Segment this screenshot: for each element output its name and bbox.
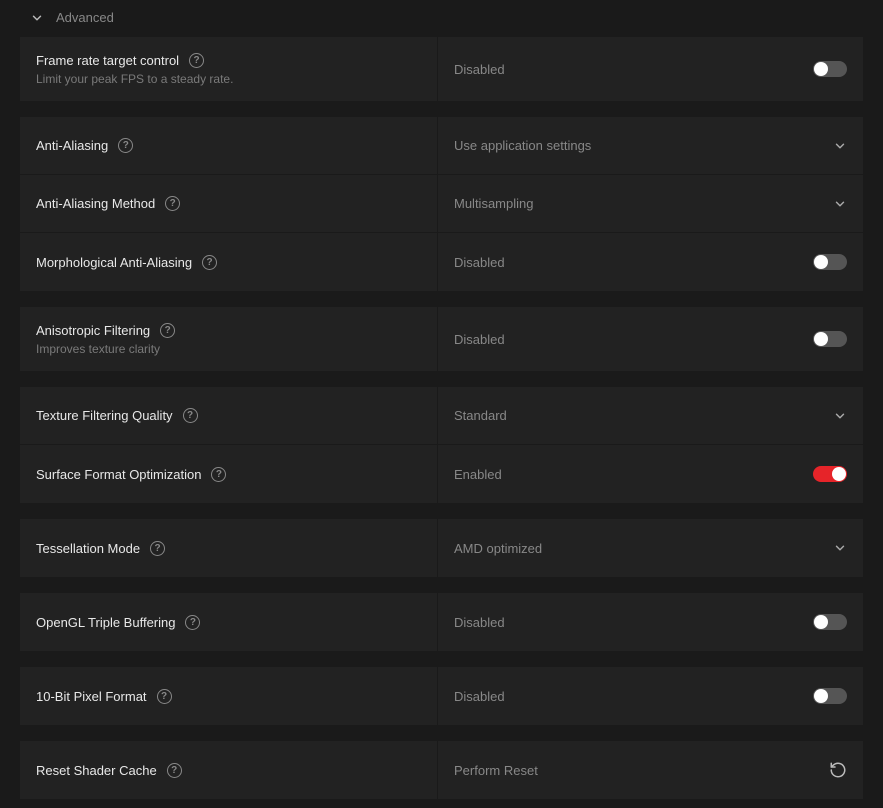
reset-shader-value: Perform Reset	[454, 763, 538, 778]
help-icon[interactable]: ?	[167, 763, 182, 778]
opengl-triple-value: Disabled	[454, 615, 505, 630]
morph-aa-label: Morphological Anti-Aliasing	[36, 255, 192, 270]
help-icon[interactable]: ?	[211, 467, 226, 482]
opengl-triple-toggle[interactable]	[813, 614, 847, 630]
chevron-down-icon[interactable]	[833, 541, 847, 555]
surface-format-toggle[interactable]	[813, 466, 847, 482]
frame-rate-sublabel: Limit your peak FPS to a steady rate.	[36, 72, 421, 86]
tessellation-label: Tessellation Mode	[36, 541, 140, 556]
frame-rate-toggle[interactable]	[813, 61, 847, 77]
morph-aa-value: Disabled	[454, 255, 505, 270]
anisotropic-row: Anisotropic Filtering ? Improves texture…	[20, 307, 863, 371]
anti-aliasing-method-label: Anti-Aliasing Method	[36, 196, 155, 211]
pixel-format-row: 10-Bit Pixel Format ? Disabled	[20, 667, 863, 725]
help-icon[interactable]: ?	[165, 196, 180, 211]
frame-rate-target-row: Frame rate target control ? Limit your p…	[20, 37, 863, 101]
pixel-format-label: 10-Bit Pixel Format	[36, 689, 147, 704]
help-icon[interactable]: ?	[185, 615, 200, 630]
reset-shader-label: Reset Shader Cache	[36, 763, 157, 778]
surface-format-label: Surface Format Optimization	[36, 467, 201, 482]
frame-rate-value: Disabled	[454, 62, 505, 77]
help-icon[interactable]: ?	[202, 255, 217, 270]
chevron-down-icon[interactable]	[833, 197, 847, 211]
section-title: Advanced	[56, 10, 114, 25]
help-icon[interactable]: ?	[118, 138, 133, 153]
anti-aliasing-method-value: Multisampling	[454, 196, 533, 211]
surface-format-value: Enabled	[454, 467, 502, 482]
section-header[interactable]: Advanced	[0, 0, 883, 37]
help-icon[interactable]: ?	[183, 408, 198, 423]
help-icon[interactable]: ?	[189, 53, 204, 68]
anisotropic-toggle[interactable]	[813, 331, 847, 347]
help-icon[interactable]: ?	[160, 323, 175, 338]
pixel-format-value: Disabled	[454, 689, 505, 704]
anti-aliasing-method-row[interactable]: Anti-Aliasing Method ? Multisampling	[20, 175, 863, 233]
anti-aliasing-value: Use application settings	[454, 138, 591, 153]
tessellation-row[interactable]: Tessellation Mode ? AMD optimized	[20, 519, 863, 577]
morph-aa-row: Morphological Anti-Aliasing ? Disabled	[20, 233, 863, 291]
help-icon[interactable]: ?	[157, 689, 172, 704]
opengl-triple-label: OpenGL Triple Buffering	[36, 615, 175, 630]
anti-aliasing-row[interactable]: Anti-Aliasing ? Use application settings	[20, 117, 863, 175]
pixel-format-toggle[interactable]	[813, 688, 847, 704]
texture-quality-row[interactable]: Texture Filtering Quality ? Standard	[20, 387, 863, 445]
texture-quality-label: Texture Filtering Quality	[36, 408, 173, 423]
anisotropic-value: Disabled	[454, 332, 505, 347]
chevron-down-icon	[30, 11, 44, 25]
reset-shader-row[interactable]: Reset Shader Cache ? Perform Reset	[20, 741, 863, 799]
anti-aliasing-label: Anti-Aliasing	[36, 138, 108, 153]
chevron-down-icon[interactable]	[833, 409, 847, 423]
chevron-down-icon[interactable]	[833, 139, 847, 153]
anisotropic-label: Anisotropic Filtering	[36, 323, 150, 338]
tessellation-value: AMD optimized	[454, 541, 542, 556]
surface-format-row: Surface Format Optimization ? Enabled	[20, 445, 863, 503]
anisotropic-sublabel: Improves texture clarity	[36, 342, 421, 356]
help-icon[interactable]: ?	[150, 541, 165, 556]
frame-rate-label: Frame rate target control	[36, 53, 179, 68]
morph-aa-toggle[interactable]	[813, 254, 847, 270]
reset-icon[interactable]	[829, 761, 847, 779]
opengl-triple-row: OpenGL Triple Buffering ? Disabled	[20, 593, 863, 651]
texture-quality-value: Standard	[454, 408, 507, 423]
